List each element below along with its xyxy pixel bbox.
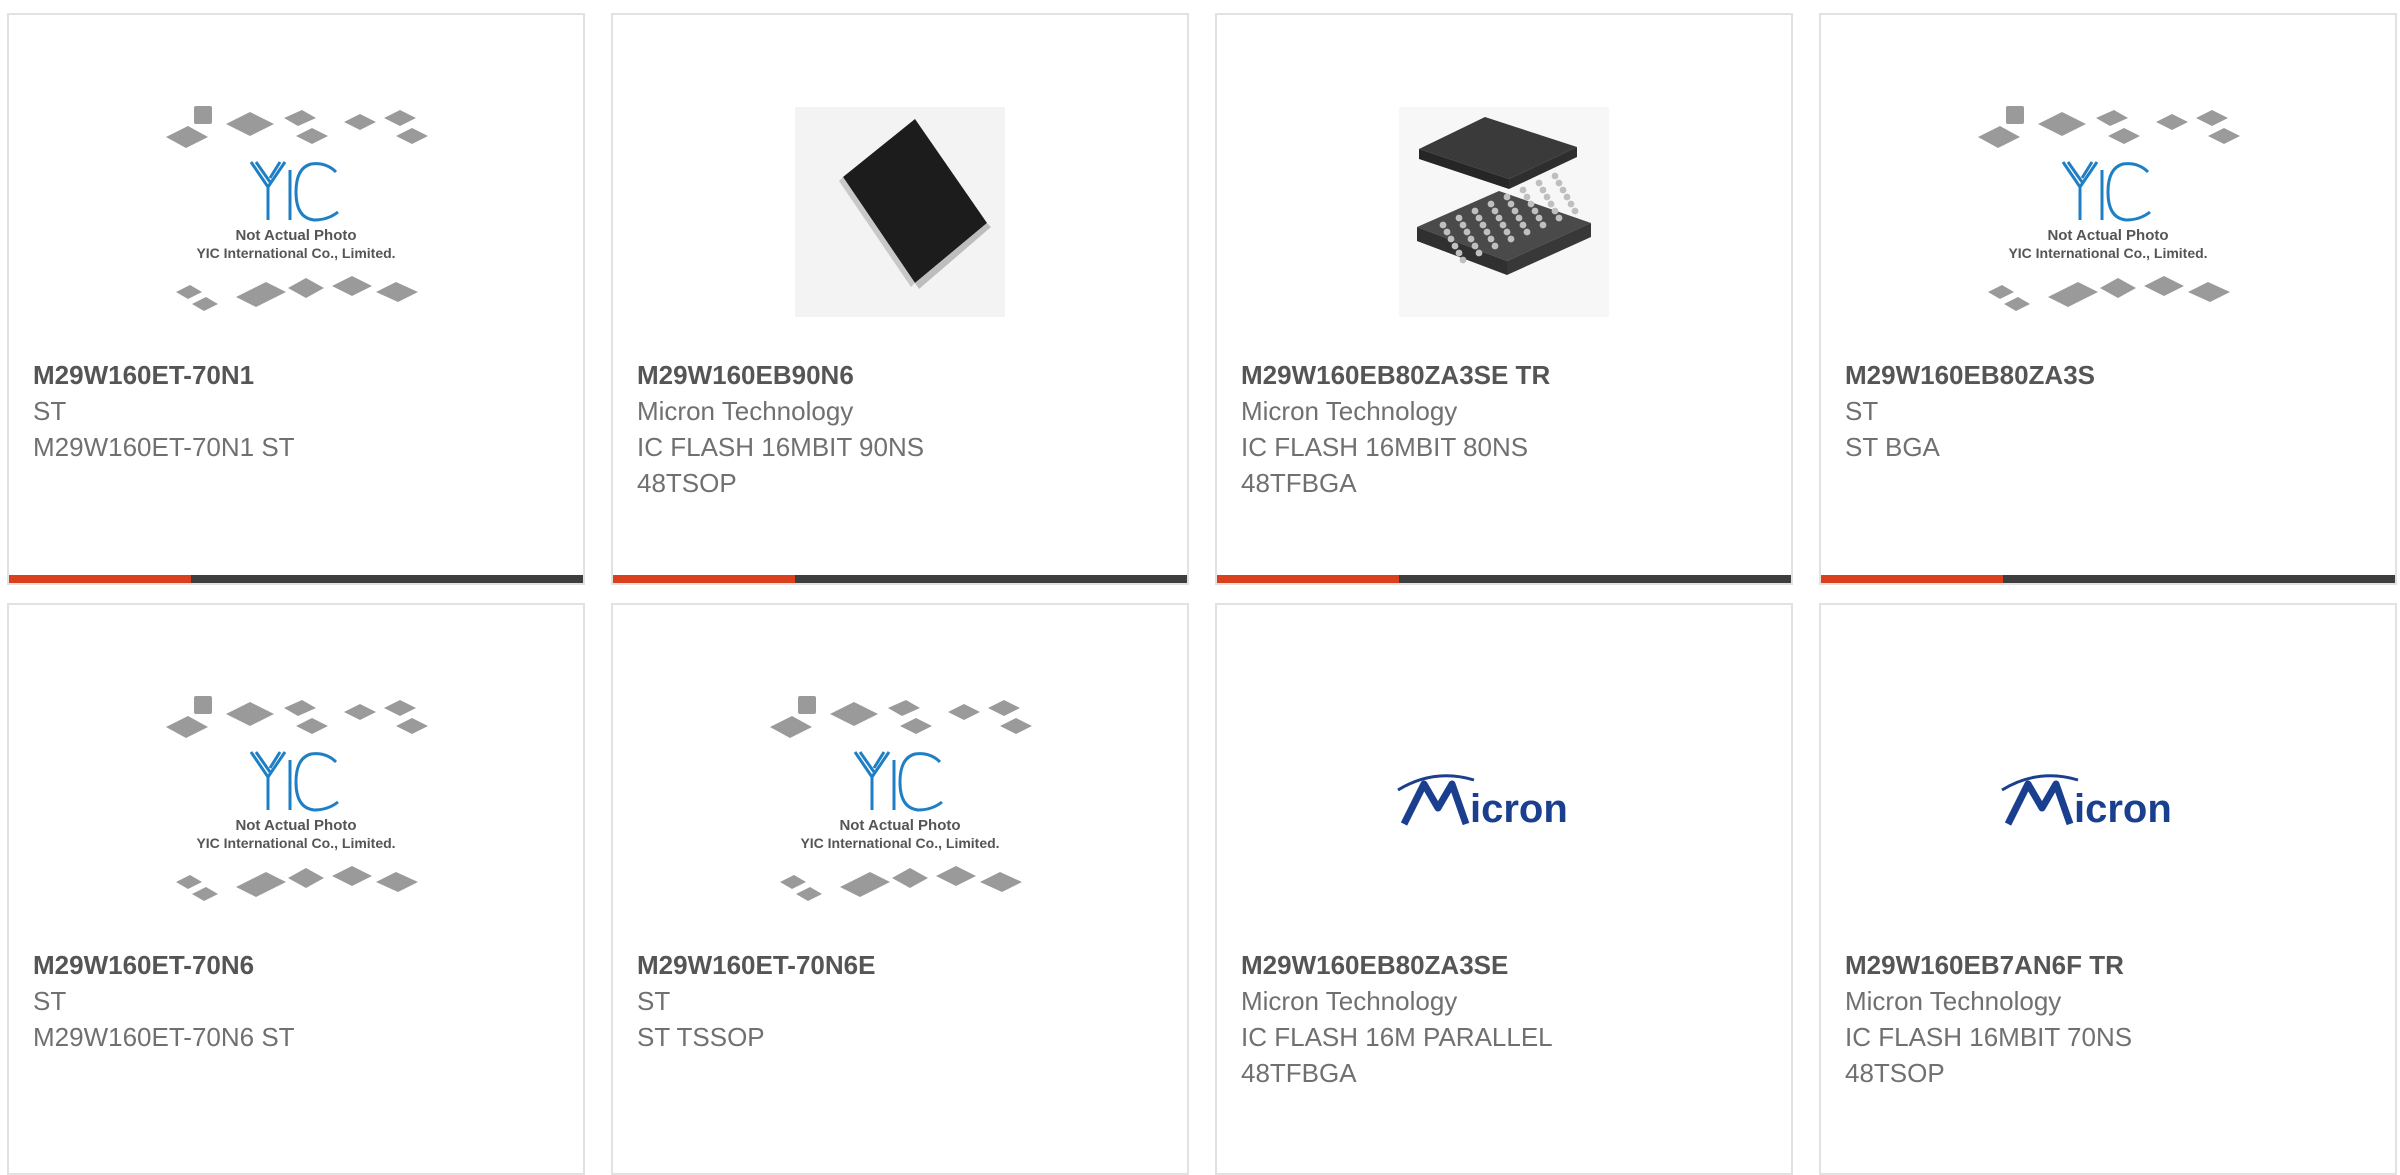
- product-image[interactable]: Not Actual Photo YIC International Co., …: [9, 67, 583, 357]
- manufacturer: Micron Technology: [1241, 986, 1458, 1016]
- bga-chip-photo: [1399, 107, 1609, 317]
- product-card[interactable]: icron M29W160EB7AN6F TR Micron Technolog…: [1819, 603, 2397, 1175]
- svg-text:YIC International Co., Limited: YIC International Co., Limited.: [196, 245, 395, 261]
- product-image[interactable]: [613, 67, 1187, 357]
- product-card[interactable]: Not Actual Photo YIC International Co., …: [1819, 13, 2397, 585]
- product-card[interactable]: icron M29W160EB80ZA3SE Micron Technology…: [1215, 603, 1793, 1175]
- card-bottom-bar: [9, 575, 583, 583]
- product-image[interactable]: [1217, 67, 1791, 357]
- description: IC FLASH 16MBIT 80NS 48TFBGA: [1241, 432, 1529, 498]
- manufacturer: ST: [1845, 396, 1879, 426]
- product-info: M29W160EB90N6 Micron Technology IC FLASH…: [637, 357, 1167, 501]
- svg-text:icron: icron: [1470, 787, 1568, 831]
- card-bottom-bar: [1821, 575, 2395, 583]
- part-number[interactable]: M29W160EB80ZA3S: [1845, 357, 2375, 393]
- part-number[interactable]: M29W160EB90N6: [637, 357, 1167, 393]
- product-info: M29W160ET-70N1 ST M29W160ET-70N1 ST: [33, 357, 563, 465]
- tsop-chip-photo: [795, 107, 1005, 317]
- not-actual-photo-image: Not Actual Photo YIC International Co., …: [770, 696, 1032, 901]
- card-bottom-bar: [613, 575, 1187, 583]
- card-accent: [1821, 575, 2003, 583]
- card-accent: [9, 575, 191, 583]
- manufacturer: ST: [637, 986, 671, 1016]
- description: ST BGA: [1845, 432, 1940, 462]
- card-bottom-bar: [1217, 575, 1791, 583]
- card-accent: [613, 575, 795, 583]
- manufacturer: Micron Technology: [1845, 986, 2062, 1016]
- product-grid: Not Actual Photo YIC International Co., …: [0, 0, 2400, 1175]
- not-actual-photo-image: Not Actual Photo YIC International Co., …: [166, 106, 428, 311]
- svg-text:YIC International Co., Limited: YIC International Co., Limited.: [800, 835, 999, 851]
- description: IC FLASH 16MBIT 90NS 48TSOP: [637, 432, 925, 498]
- product-info: M29W160ET-70N6 ST M29W160ET-70N6 ST: [33, 947, 563, 1055]
- svg-text:Not Actual Photo: Not Actual Photo: [839, 817, 960, 834]
- manufacturer: Micron Technology: [1241, 396, 1458, 426]
- product-info: M29W160EB80ZA3SE TR Micron Technology IC…: [1241, 357, 1771, 501]
- product-card[interactable]: Not Actual Photo YIC International Co., …: [7, 13, 585, 585]
- product-card[interactable]: M29W160EB80ZA3SE TR Micron Technology IC…: [1215, 13, 1793, 585]
- product-image[interactable]: icron: [1821, 657, 2395, 947]
- card-accent: [1217, 575, 1399, 583]
- product-info: M29W160EB80ZA3S ST ST BGA: [1845, 357, 2375, 465]
- description: IC FLASH 16M PARALLEL 48TFBGA: [1241, 1022, 1552, 1088]
- svg-text:YIC International Co., Limited: YIC International Co., Limited.: [2008, 245, 2207, 261]
- part-number[interactable]: M29W160ET-70N6E: [637, 947, 1167, 983]
- not-actual-photo-image: Not Actual Photo YIC International Co., …: [166, 696, 428, 901]
- product-card[interactable]: M29W160EB90N6 Micron Technology IC FLASH…: [611, 13, 1189, 585]
- product-info: M29W160EB80ZA3SE Micron Technology IC FL…: [1241, 947, 1771, 1091]
- svg-text:YIC International Co., Limited: YIC International Co., Limited.: [196, 835, 395, 851]
- product-image[interactable]: Not Actual Photo YIC International Co., …: [1821, 67, 2395, 357]
- part-number[interactable]: M29W160EB80ZA3SE TR: [1241, 357, 1771, 393]
- svg-text:Not Actual Photo: Not Actual Photo: [2047, 227, 2168, 244]
- product-card[interactable]: Not Actual Photo YIC International Co., …: [7, 603, 585, 1175]
- svg-text:icron: icron: [2074, 787, 2172, 831]
- description: IC FLASH 16MBIT 70NS 48TSOP: [1845, 1022, 2133, 1088]
- part-number[interactable]: M29W160EB80ZA3SE: [1241, 947, 1771, 983]
- micron-logo: icron: [1397, 774, 1568, 831]
- product-image[interactable]: Not Actual Photo YIC International Co., …: [613, 657, 1187, 947]
- description: M29W160ET-70N6 ST: [33, 1022, 295, 1052]
- part-number[interactable]: M29W160ET-70N1: [33, 357, 563, 393]
- svg-text:Not Actual Photo: Not Actual Photo: [235, 817, 356, 834]
- not-actual-photo-image: Not Actual Photo YIC International Co., …: [1978, 106, 2240, 311]
- micron-logo: icron: [2001, 774, 2172, 831]
- part-number[interactable]: M29W160EB7AN6F TR: [1845, 947, 2375, 983]
- product-card[interactable]: Not Actual Photo YIC International Co., …: [611, 603, 1189, 1175]
- manufacturer: Micron Technology: [637, 396, 854, 426]
- description: M29W160ET-70N1 ST: [33, 432, 295, 462]
- description: ST TSSOP: [637, 1022, 765, 1052]
- product-image[interactable]: icron: [1217, 657, 1791, 947]
- manufacturer: ST: [33, 396, 67, 426]
- svg-text:Not Actual Photo: Not Actual Photo: [235, 227, 356, 244]
- part-number[interactable]: M29W160ET-70N6: [33, 947, 563, 983]
- product-info: M29W160EB7AN6F TR Micron Technology IC F…: [1845, 947, 2375, 1091]
- product-image[interactable]: Not Actual Photo YIC International Co., …: [9, 657, 583, 947]
- manufacturer: ST: [33, 986, 67, 1016]
- product-info: M29W160ET-70N6E ST ST TSSOP: [637, 947, 1167, 1055]
